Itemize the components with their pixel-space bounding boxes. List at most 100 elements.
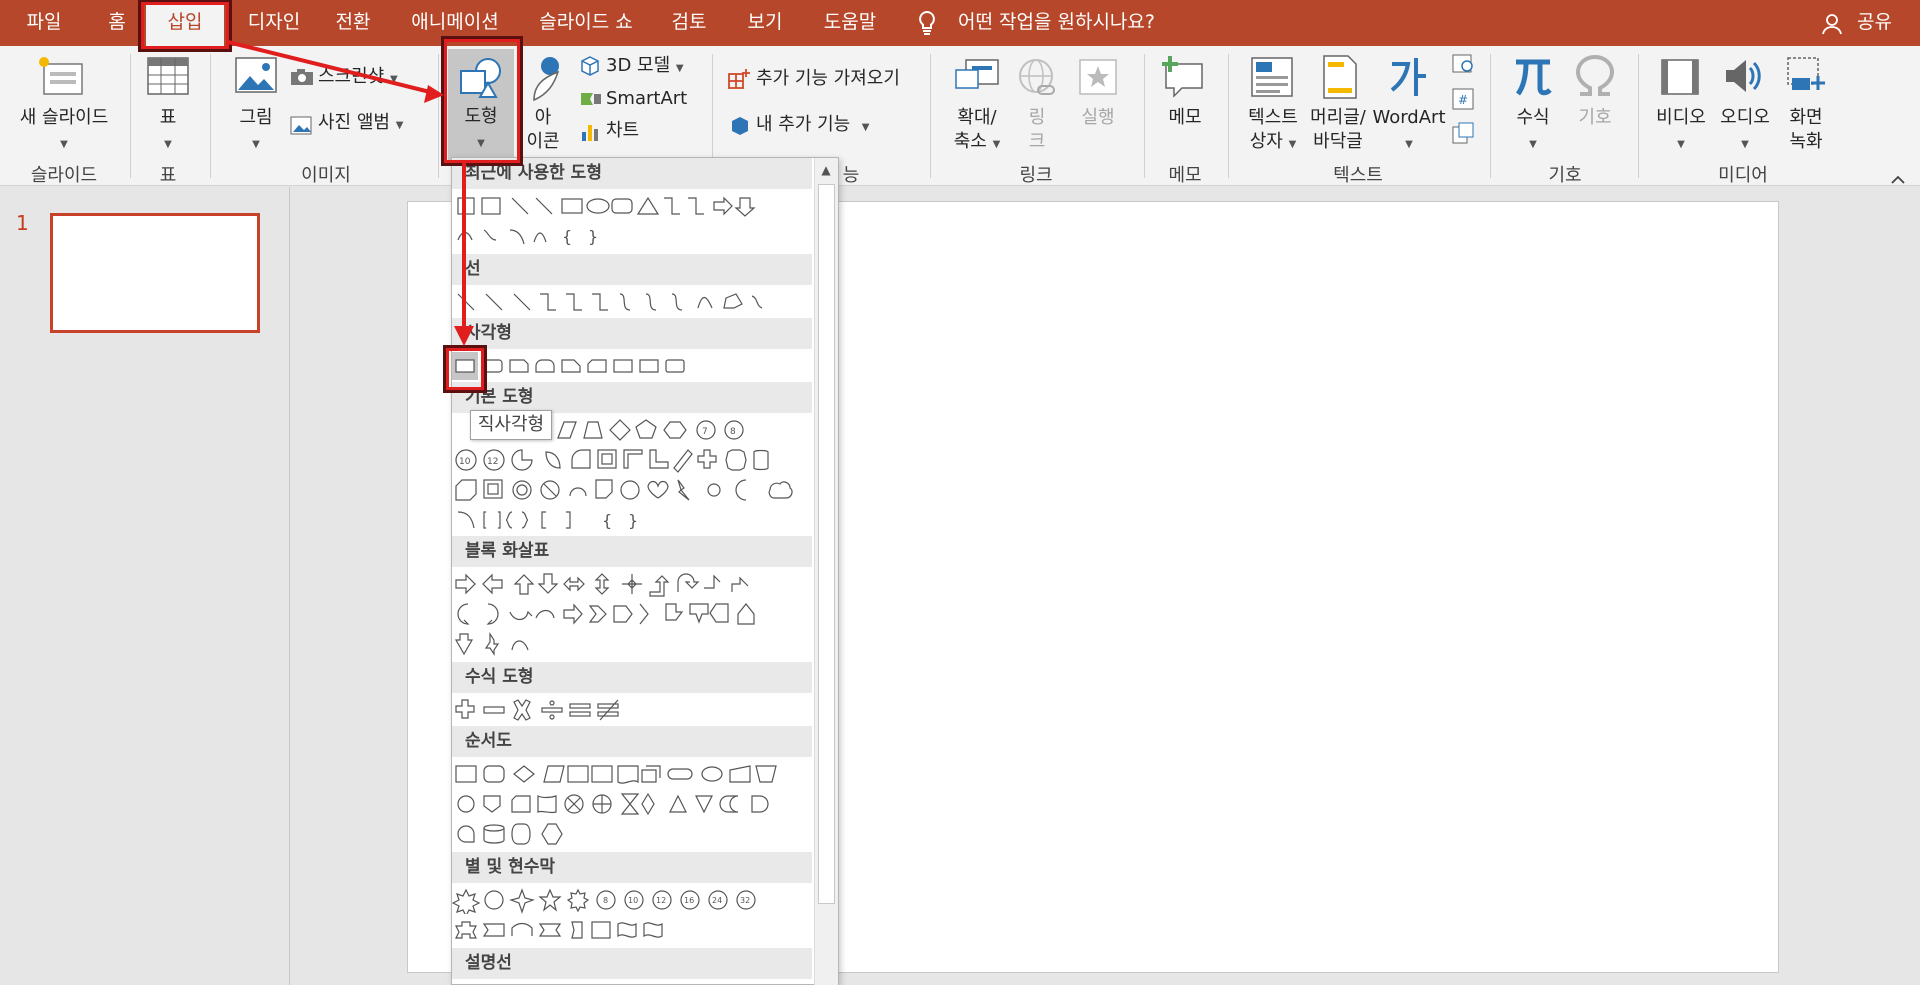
stars-row-2[interactable] [452,916,812,946]
svg-text:#: # [1458,93,1468,107]
rectangle-tooltip: 직사각형 [470,410,552,440]
table-label: 표 [159,107,177,128]
icons-button[interactable]: 아 이콘 [520,106,566,154]
group-separator [1490,54,1491,178]
flowchart-row-3[interactable] [452,820,812,850]
group-separator [210,54,211,178]
tab-transitions[interactable]: 전환 [324,0,382,46]
textbox-button[interactable]: 텍스트 상자 ▼ [1240,106,1306,157]
wordart-label: WordArt [1372,107,1446,128]
highlight-rectangle-shape [443,345,487,393]
group-separator [1638,54,1639,178]
tell-me-search[interactable]: 어떤 작업을 원하시나요? [958,0,1155,46]
svg-text:7: 7 [702,427,708,437]
group-separator [1144,54,1145,178]
smartart-button[interactable]: SmartArt [606,86,687,112]
equation-shapes-row[interactable] [452,696,812,726]
svg-text:}: } [588,227,598,246]
basic-shapes-row-4[interactable]: { } [452,506,812,536]
svg-text:12: 12 [487,457,498,467]
tab-design[interactable]: 디자인 [234,0,314,46]
link-label-line1: 링 [1028,107,1046,128]
omega-icon [1574,54,1616,102]
block-arrows-row-3[interactable] [452,630,812,660]
zoom-button[interactable]: 확대/축소 ▼ [944,106,1010,157]
chevron-down-icon: ▼ [60,139,68,150]
basic-shapes-row-2[interactable]: 10 12 [452,446,812,476]
chevron-down-icon: ▼ [1741,139,1749,150]
header-footer-label-line1: 머리글/ [1310,107,1366,128]
table-button[interactable]: 표 ▼ [146,106,190,157]
wordart-icon [1386,54,1432,104]
section-stars-banners: 별 및 현수막 [452,852,812,883]
tab-home[interactable]: 홈 [92,0,142,46]
picture-button[interactable]: 그림 ▼ [226,106,286,157]
audio-button[interactable]: 오디오 ▼ [1714,106,1776,157]
new-slide-label: 새 슬라이드 [19,107,109,128]
share-button[interactable]: 공유 [1857,0,1892,46]
symbol-button[interactable]: 기호 [1568,106,1622,130]
link-icon [1016,56,1060,106]
group-label-tables: 표 [159,165,177,186]
header-footer-icon [1322,54,1358,104]
get-addins-button[interactable]: 추가 기능 가져오기 [756,66,900,92]
block-arrows-row-2[interactable] [452,600,812,630]
ribbon-insert: 새 슬라이드 ▼ 슬라이드 표 ▼ 표 그림 ▼ 스크린샷 ▼ 사진 앨범 ▼ 이미지… [0,46,1920,186]
photo-album-button[interactable]: 사진 앨범 ▼ [318,110,403,139]
3d-model-label: 3D 모델 [606,55,671,76]
lines-row[interactable] [452,288,812,318]
header-footer-label-line2: 바닥글 [1313,131,1363,152]
3d-model-button[interactable]: 3D 모델 ▼ [606,53,684,82]
flowchart-row-2[interactable] [452,790,812,820]
scrollbar-thumb[interactable] [818,184,835,904]
chevron-down-icon: ▼ [1405,139,1413,150]
video-button[interactable]: 비디오 ▼ [1650,106,1712,157]
group-label-media: 미디어 [1718,165,1768,186]
svg-text:8: 8 [603,896,608,905]
gallery-scrollbar[interactable]: ▲ [814,158,838,985]
scroll-up-icon[interactable]: ▲ [814,158,838,182]
section-flowchart: 순서도 [452,726,812,757]
slide-number: 1 [16,211,29,235]
header-footer-button[interactable]: 머리글/바닥글 [1306,106,1370,154]
group-separator [438,54,439,178]
my-addins-label: 내 추가 기능 [756,114,851,135]
tab-view[interactable]: 보기 [740,0,790,46]
svg-text:}: } [628,511,638,530]
comment-button[interactable]: 메모 [1158,106,1212,130]
date-time-icon [1452,52,1474,78]
stars-row-1[interactable]: 8 10 12 16 24 32 [451,886,812,918]
group-label-slides: 슬라이드 [30,165,98,186]
rectangles-row[interactable] [452,352,812,382]
group-label-text: 텍스트 [1333,165,1383,186]
block-arrows-row-1[interactable] [452,570,812,600]
screen-recording-button[interactable]: 화면 녹화 [1780,106,1832,154]
chevron-down-icon: ▼ [164,139,172,150]
section-lines: 선 [452,254,812,285]
tab-slideshow[interactable]: 슬라이드 쇼 [530,0,642,46]
svg-text:24: 24 [712,896,722,905]
section-block-arrows: 블록 화살표 [452,536,812,567]
group-label-images: 이미지 [301,165,351,186]
new-slide-button[interactable]: 새 슬라이드 ▼ [10,106,118,157]
tab-file[interactable]: 파일 [14,0,74,46]
equation-button[interactable]: 수식 ▼ [1504,106,1562,157]
chevron-down-icon: ▼ [1288,139,1297,150]
flowchart-row-1[interactable] [452,760,812,790]
basic-shapes-row-3[interactable] [452,476,812,506]
tab-review[interactable]: 검토 [664,0,714,46]
my-addins-button[interactable]: 내 추가 기능 ▼ [756,112,869,141]
textbox-label-line2: 상자 [1249,131,1283,152]
wordart-button[interactable]: WordArt ▼ [1372,106,1446,157]
tab-help[interactable]: 도움말 [814,0,886,46]
screenshot-button[interactable]: 스크린샷 ▼ [318,64,398,93]
slide-thumbnail[interactable] [50,213,260,333]
recent-shapes-row-2[interactable]: { } [452,222,812,252]
recent-shapes-row-1[interactable] [452,192,812,222]
action-button[interactable]: 실행 [1074,106,1122,130]
group-label-links: 링크 [1019,165,1053,186]
chart-button[interactable]: 차트 [606,118,639,144]
svg-text:{: { [602,511,612,530]
zoom-icon [954,58,1000,98]
link-button[interactable]: 링크 [1020,106,1054,154]
